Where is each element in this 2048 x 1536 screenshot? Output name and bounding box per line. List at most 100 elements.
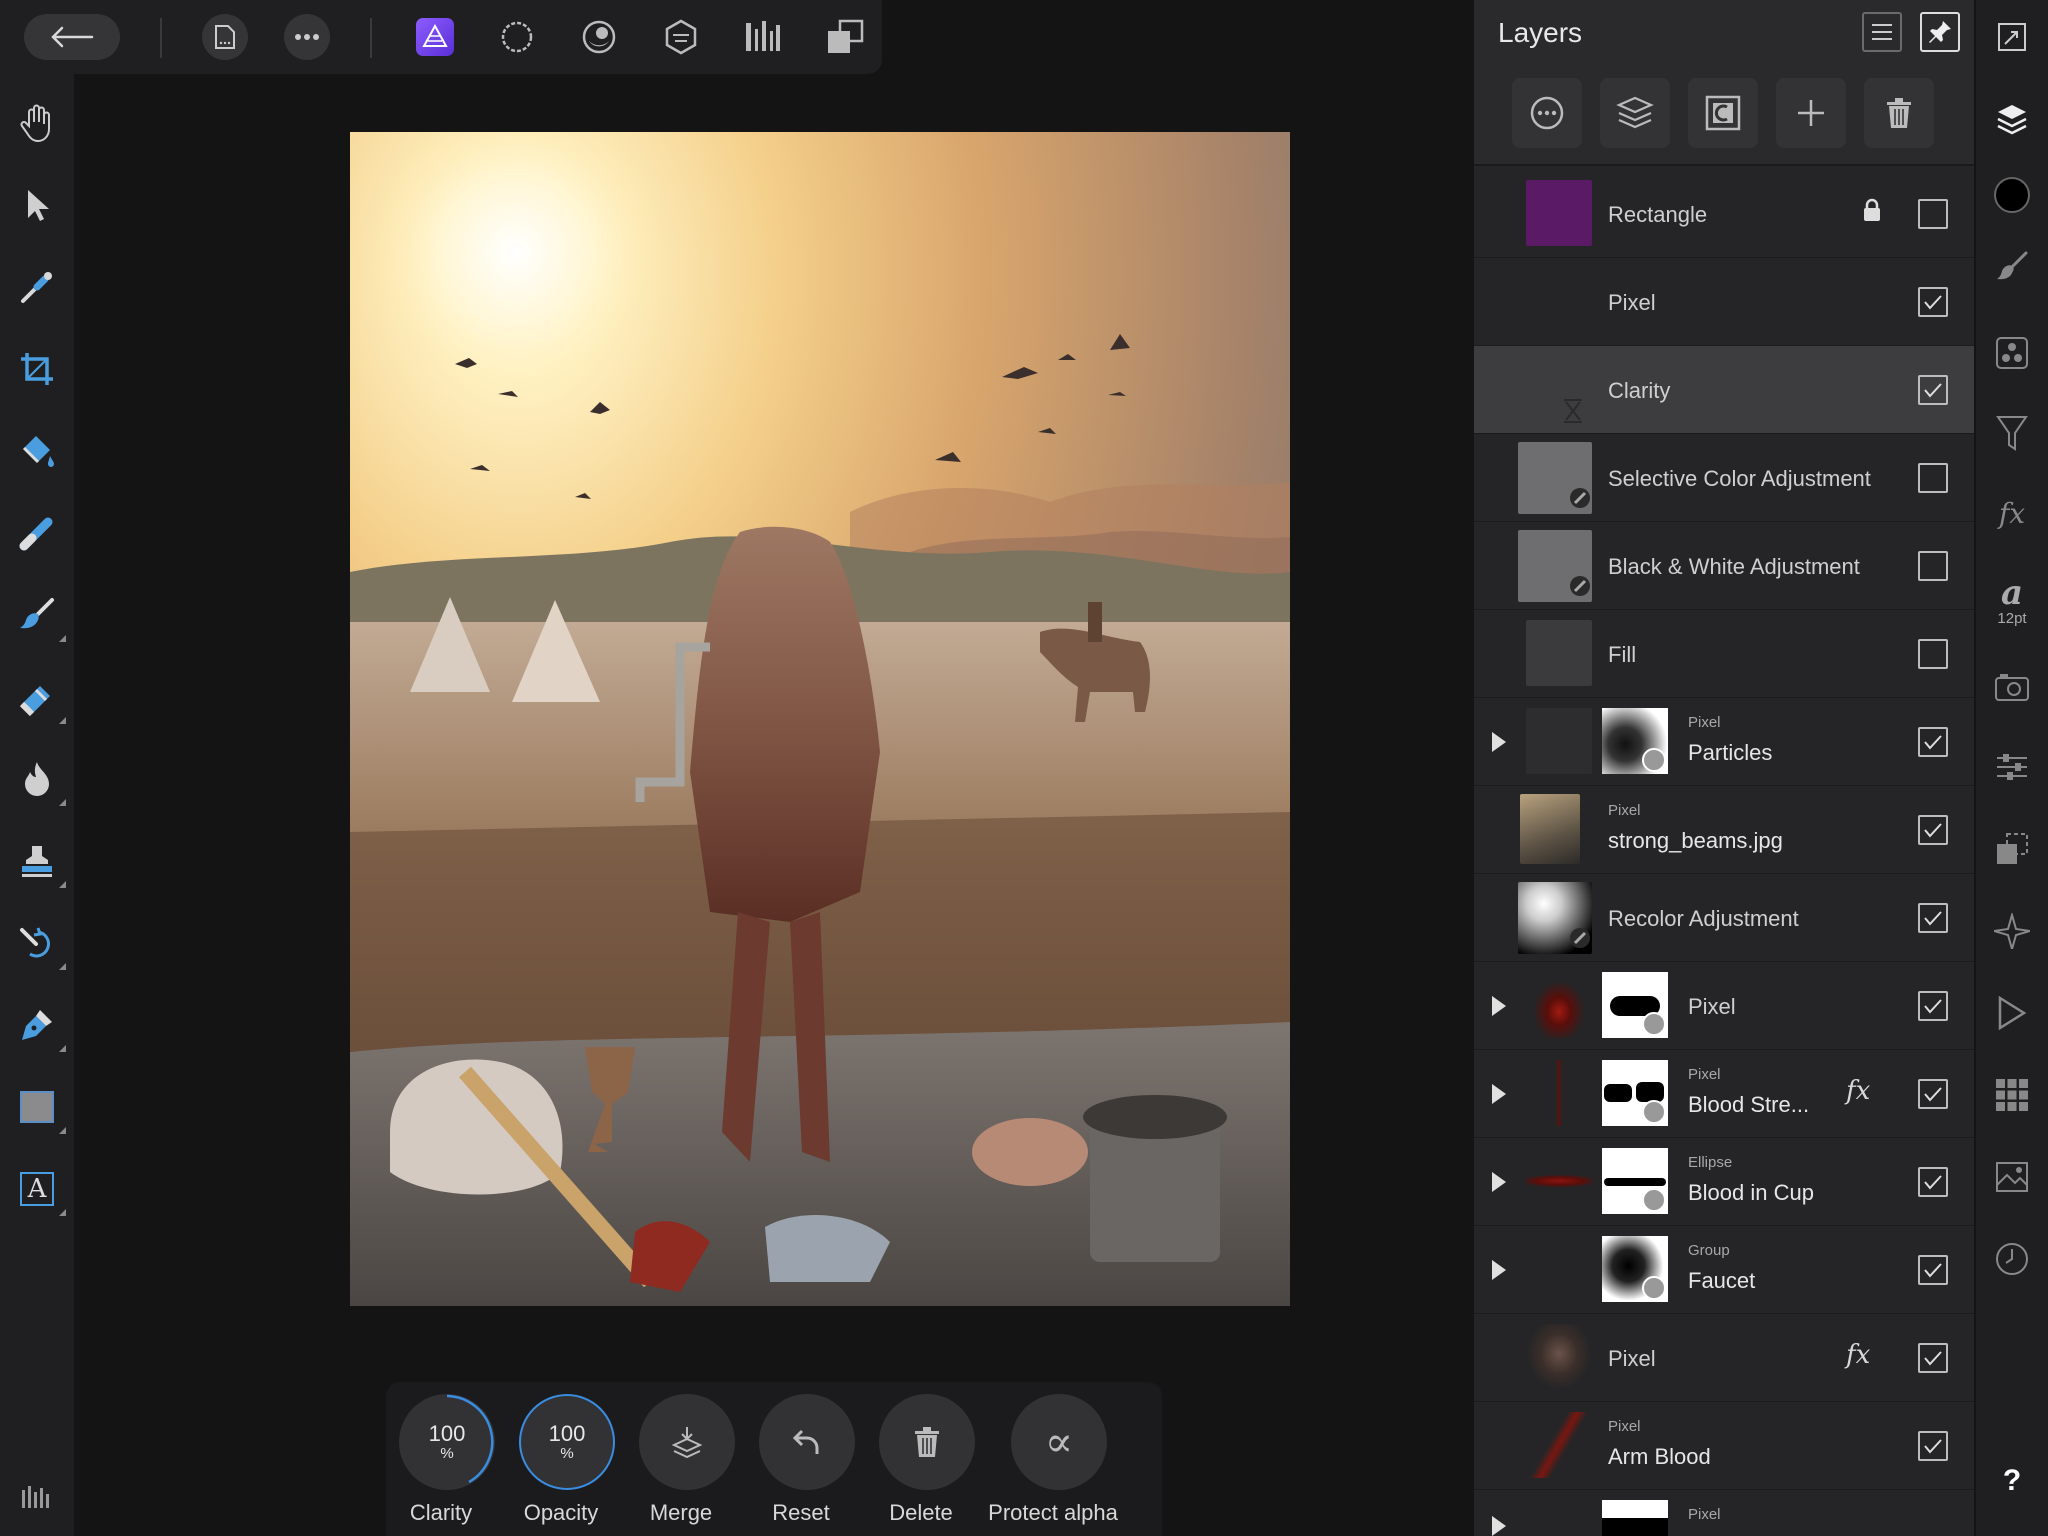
assets-studio-button[interactable] xyxy=(1989,1072,2035,1118)
text-styles-studio-button[interactable]: a 12pt xyxy=(1989,570,2035,632)
layer-options-button[interactable] xyxy=(1512,78,1582,148)
tool-settings-button[interactable] xyxy=(1989,744,2035,790)
fx-icon[interactable]: fx xyxy=(1846,1340,1870,1370)
clarity-control[interactable]: 100 % Clarity xyxy=(386,1394,496,1534)
lock-icon[interactable] xyxy=(1862,198,1882,222)
expand-triangle-icon[interactable] xyxy=(1492,732,1506,752)
navigator-studio-button[interactable] xyxy=(1989,908,2035,954)
layer-row[interactable]: Pixel xyxy=(1474,1490,1974,1536)
text-tool[interactable]: A xyxy=(14,1166,66,1216)
layer-row[interactable]: Pixel Blood Stre... fx xyxy=(1474,1050,1974,1138)
visibility-checkbox[interactable] xyxy=(1918,991,1948,1021)
layer-row[interactable]: Rectangle xyxy=(1474,170,1974,258)
layer-row[interactable]: Fill xyxy=(1474,610,1974,698)
channels-studio-button[interactable] xyxy=(1989,330,2035,376)
visibility-checkbox[interactable] xyxy=(1918,463,1948,493)
panel-options-button[interactable] xyxy=(1862,12,1902,52)
layer-row-selected[interactable]: Clarity xyxy=(1474,346,1974,434)
reset-button[interactable]: Reset xyxy=(746,1394,856,1534)
merge-circle[interactable] xyxy=(639,1394,735,1490)
visibility-checkbox[interactable] xyxy=(1918,287,1948,317)
document-canvas[interactable] xyxy=(350,132,1290,1306)
histogram-studio-button[interactable] xyxy=(1989,1154,2035,1200)
gradient-tool[interactable] xyxy=(14,510,60,556)
color-studio-button[interactable] xyxy=(1989,172,2035,218)
delete-layer-button[interactable] xyxy=(1864,78,1934,148)
flood-fill-tool[interactable] xyxy=(14,428,60,474)
layer-row[interactable]: Pixel Arm Blood xyxy=(1474,1402,1974,1490)
layer-row[interactable]: Pixel fx xyxy=(1474,1314,1974,1402)
stock-studio-button[interactable] xyxy=(1989,664,2035,710)
visibility-checkbox[interactable] xyxy=(1918,639,1948,669)
effects-studio-button[interactable]: fx xyxy=(1989,490,2035,536)
visibility-checkbox[interactable] xyxy=(1918,375,1948,405)
opacity-dial[interactable]: 100 % xyxy=(519,1394,615,1490)
visibility-checkbox[interactable] xyxy=(1918,199,1948,229)
layer-row[interactable]: Selective Color Adjustment xyxy=(1474,434,1974,522)
toolbar-settings-button[interactable] xyxy=(14,1474,60,1520)
layer-row[interactable]: Recolor Adjustment xyxy=(1474,874,1974,962)
transform-studio-button[interactable] xyxy=(1989,826,2035,872)
layer-row[interactable]: Pixel xyxy=(1474,258,1974,346)
history-studio-button[interactable] xyxy=(1989,1236,2035,1282)
add-layer-button[interactable] xyxy=(1776,78,1846,148)
view-tool[interactable] xyxy=(14,100,60,146)
move-tool[interactable] xyxy=(14,182,60,228)
brushes-studio-button[interactable] xyxy=(1989,244,2035,290)
tone-mapping-persona-button[interactable] xyxy=(658,14,704,60)
back-button[interactable] xyxy=(24,14,120,60)
more-options-button[interactable] xyxy=(284,14,330,60)
expand-triangle-icon[interactable] xyxy=(1492,1084,1506,1104)
layer-row[interactable]: Ellipse Blood in Cup xyxy=(1474,1138,1974,1226)
merge-button[interactable]: Merge xyxy=(626,1394,736,1534)
burn-brush-tool[interactable] xyxy=(14,756,66,806)
help-button[interactable]: ? xyxy=(1989,1458,2035,1504)
visibility-checkbox[interactable] xyxy=(1918,551,1948,581)
visibility-checkbox[interactable] xyxy=(1918,1167,1948,1197)
liquify-persona-button[interactable] xyxy=(494,14,540,60)
arrange-button[interactable] xyxy=(822,14,868,60)
export-persona-button[interactable] xyxy=(740,14,786,60)
add-mask-button[interactable] xyxy=(1688,78,1758,148)
document-button[interactable] xyxy=(202,14,248,60)
clarity-dial[interactable]: 100 % xyxy=(399,1394,495,1490)
expand-triangle-icon[interactable] xyxy=(1492,1172,1506,1192)
clone-brush-tool[interactable] xyxy=(14,838,66,888)
layer-row[interactable]: Pixel xyxy=(1474,962,1974,1050)
layer-row[interactable]: Pixel Particles xyxy=(1474,698,1974,786)
develop-persona-button[interactable] xyxy=(576,14,622,60)
fx-icon[interactable]: fx xyxy=(1846,1076,1870,1106)
layer-row[interactable]: Pixel strong_beams.jpg xyxy=(1474,786,1974,874)
macro-studio-button[interactable] xyxy=(1989,990,2035,1036)
visibility-checkbox[interactable] xyxy=(1918,815,1948,845)
expand-triangle-icon[interactable] xyxy=(1492,1260,1506,1280)
pen-tool[interactable] xyxy=(14,1002,66,1052)
visibility-checkbox[interactable] xyxy=(1918,1343,1948,1373)
layer-stack-button[interactable] xyxy=(1600,78,1670,148)
visibility-checkbox[interactable] xyxy=(1918,1431,1948,1461)
layer-row[interactable]: Group Faucet xyxy=(1474,1226,1974,1314)
visibility-checkbox[interactable] xyxy=(1918,1255,1948,1285)
crop-tool[interactable] xyxy=(14,346,60,392)
delete-button[interactable]: Delete xyxy=(866,1394,976,1534)
delete-circle[interactable] xyxy=(879,1394,975,1490)
photo-persona-button[interactable] xyxy=(412,14,458,60)
visibility-checkbox[interactable] xyxy=(1918,903,1948,933)
erase-brush-tool[interactable] xyxy=(14,674,66,724)
visibility-checkbox[interactable] xyxy=(1918,727,1948,757)
layer-row[interactable]: Black & White Adjustment xyxy=(1474,522,1974,610)
paint-brush-tool[interactable] xyxy=(14,592,66,642)
visibility-checkbox[interactable] xyxy=(1918,1079,1948,1109)
undo-brush-tool[interactable] xyxy=(14,920,66,970)
expand-triangle-icon[interactable] xyxy=(1492,1516,1506,1536)
protect-alpha-circle[interactable]: ∝ xyxy=(1011,1394,1107,1490)
opacity-control[interactable]: 100 % Opacity xyxy=(506,1394,616,1534)
navigator-toggle[interactable] xyxy=(1989,14,2035,60)
color-picker-tool[interactable] xyxy=(14,264,60,310)
expand-triangle-icon[interactable] xyxy=(1492,996,1506,1016)
reset-circle[interactable] xyxy=(759,1394,855,1490)
adjustments-studio-button[interactable] xyxy=(1989,410,2035,456)
rectangle-tool[interactable] xyxy=(14,1084,66,1134)
protect-alpha-button[interactable]: ∝ Protect alpha xyxy=(988,1394,1118,1534)
layers-studio-button[interactable] xyxy=(1989,96,2035,142)
